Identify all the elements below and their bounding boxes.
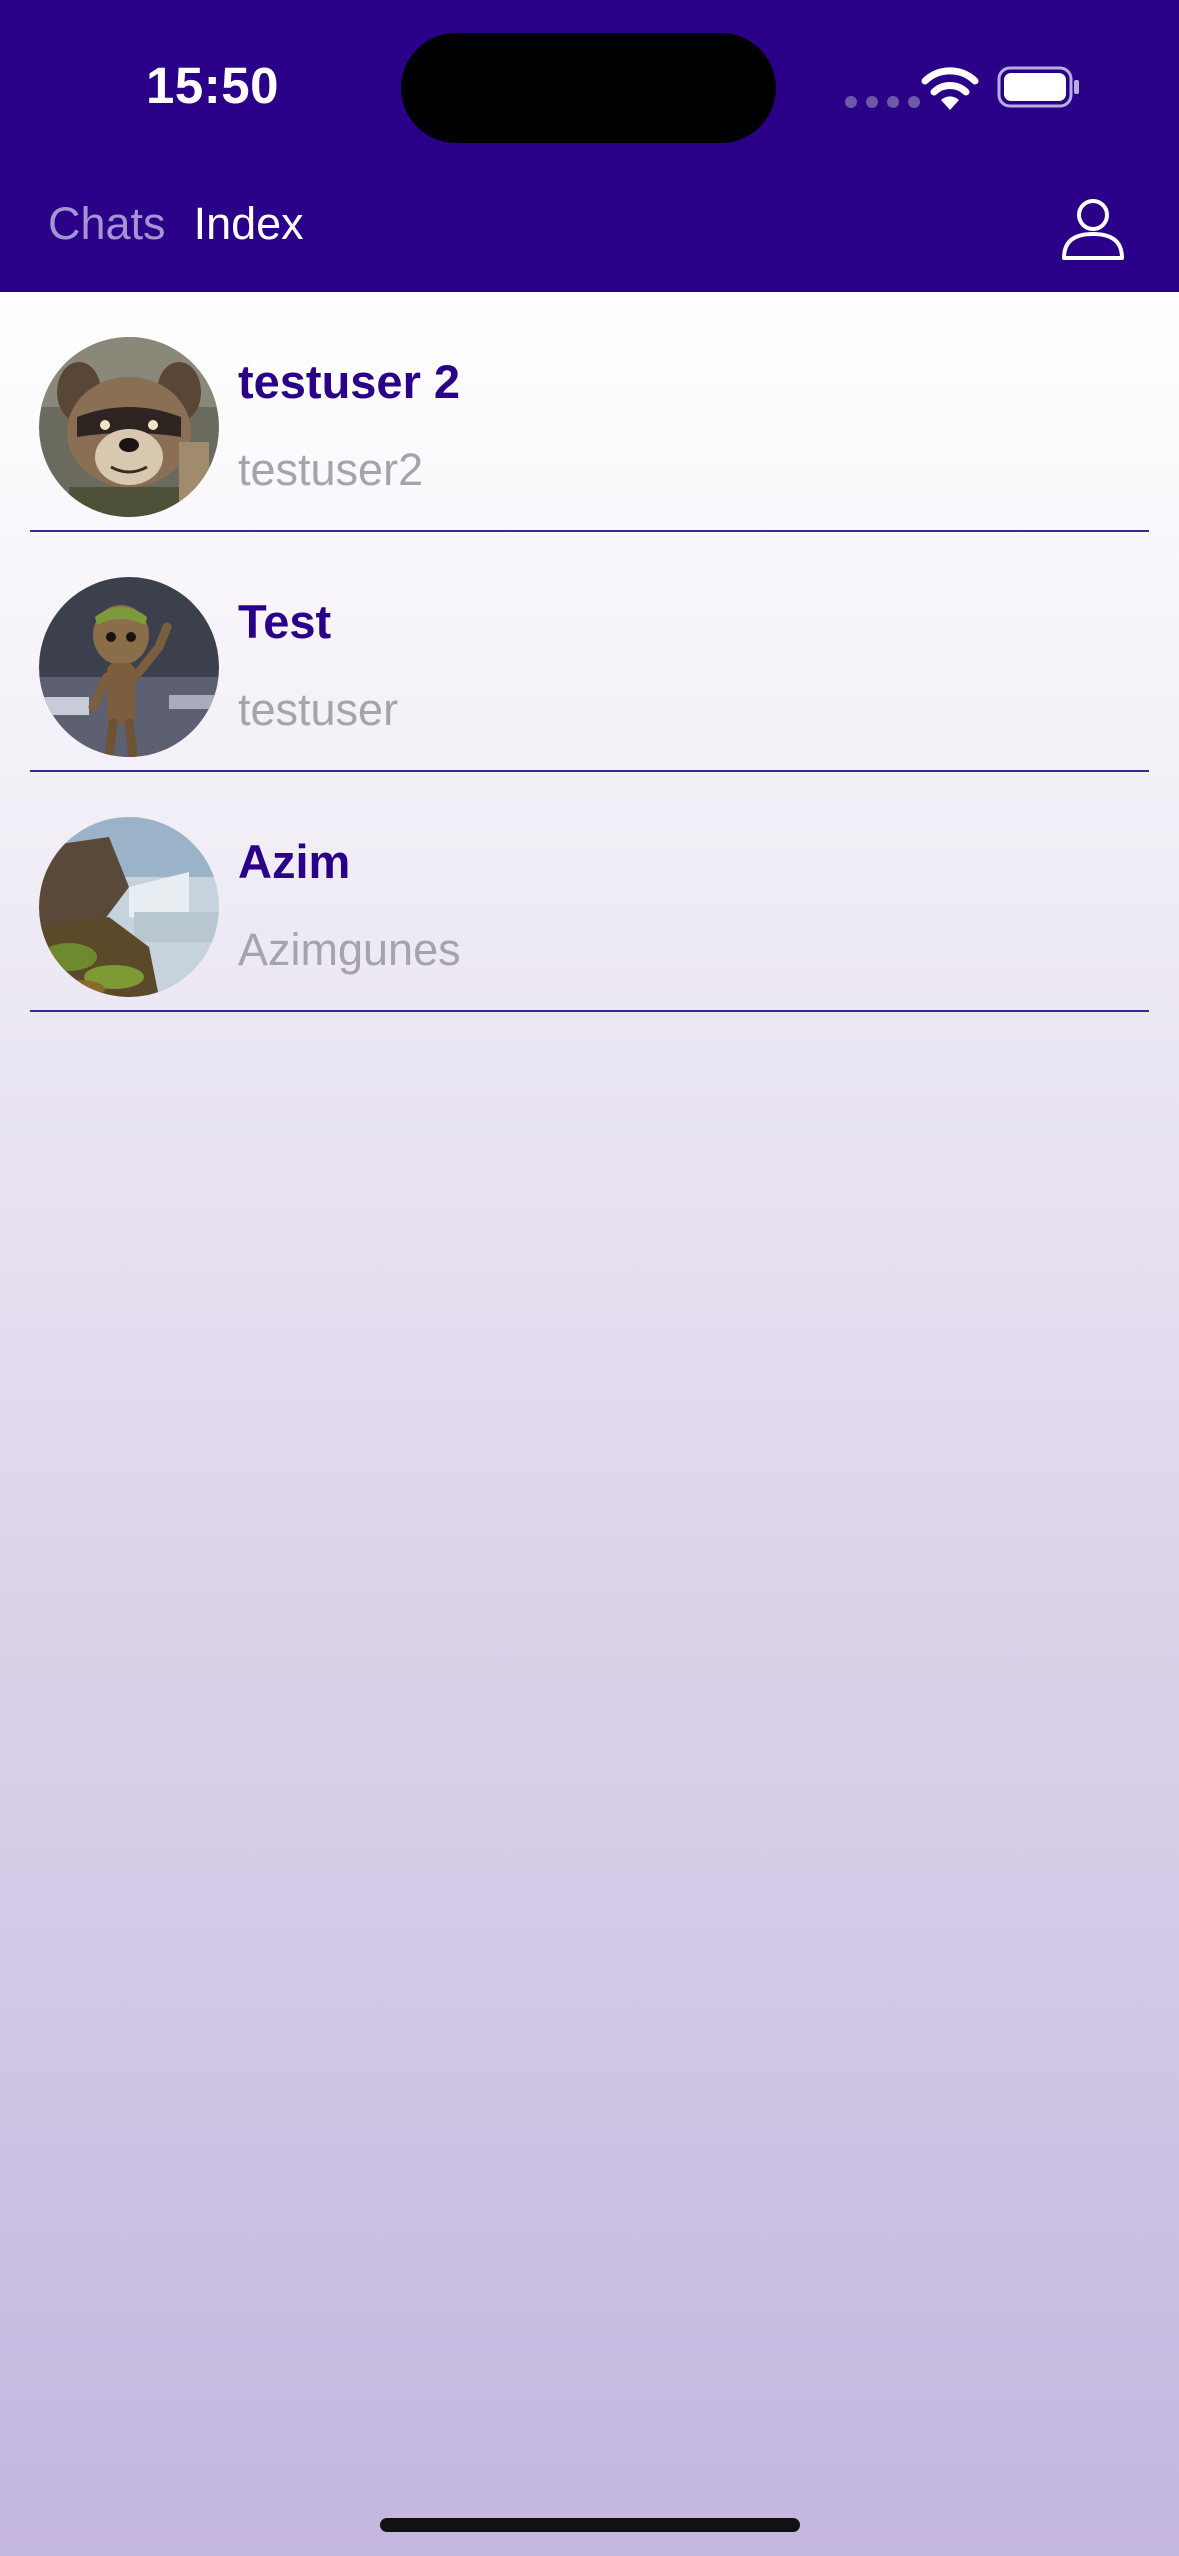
cellular-signal-icon	[845, 96, 920, 108]
list-item[interactable]: Azim Azimgunes	[30, 772, 1149, 1012]
header: 15:50 Chats Index	[0, 0, 1179, 292]
contact-username: testuser2	[238, 444, 424, 495]
status-time: 15:50	[146, 57, 279, 114]
tree-character-avatar	[39, 577, 219, 757]
tab-index[interactable]: Index	[194, 198, 304, 250]
contact-username: Azimgunes	[238, 924, 461, 975]
tab-chats[interactable]: Chats	[48, 198, 166, 250]
battery-icon	[997, 66, 1079, 108]
list-item[interactable]: Test testuser	[30, 532, 1149, 772]
nav-tabs: Chats Index	[48, 198, 304, 250]
contact-list: testuser 2 testuser2 Test testuser Azim …	[0, 292, 1179, 1012]
home-indicator[interactable]	[380, 2518, 800, 2532]
wifi-icon	[921, 67, 979, 110]
waterfall-avatar	[39, 817, 219, 997]
person-icon[interactable]	[1060, 196, 1126, 262]
contact-name: Test	[238, 595, 332, 648]
dynamic-island	[401, 33, 776, 143]
raccoon-avatar	[39, 337, 219, 517]
list-item[interactable]: testuser 2 testuser2	[30, 292, 1149, 532]
contact-name: testuser 2	[238, 355, 461, 408]
contact-name: Azim	[238, 835, 351, 888]
contact-username: testuser	[238, 684, 399, 735]
